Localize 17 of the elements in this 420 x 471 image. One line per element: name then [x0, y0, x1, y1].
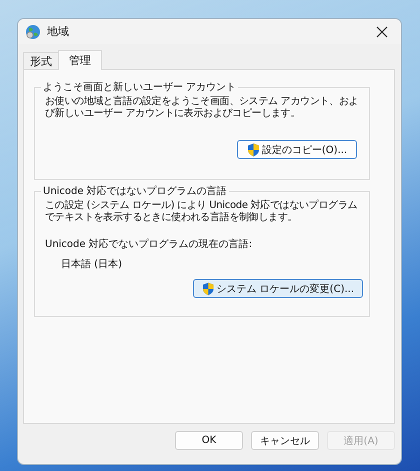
- dialog-button[interactable]: OK: [175, 431, 243, 450]
- shield-icon: [246, 142, 260, 156]
- window-title: 地域: [47, 24, 70, 39]
- description-text: お使いの地域と言語の設定をようこそ画面、システム アカウント、および新しいユーザー アカウントに表示およびコピーします。: [45, 96, 360, 120]
- description-text: この設定 (システム ロケール) により Unicode 対応ではないプログラムでテキストを表示するときに使われる言語を制御します。: [45, 200, 358, 224]
- shield-icon: [202, 282, 214, 296]
- group-title: Unicode 対応ではないプログラムの言語: [42, 184, 228, 198]
- field-label: Unicode 対応でないプログラムの現在の言語:: [45, 238, 254, 251]
- field-value: 日本語 (日本): [61, 258, 123, 271]
- group-title: ようこそ画面と新しいユーザー アカウント: [42, 80, 238, 94]
- tab[interactable]: 形式: [23, 52, 59, 69]
- shield-button[interactable]: 設定のコピー(O)...: [237, 140, 357, 159]
- shield-button[interactable]: システム ロケールの変更(C)...: [193, 279, 363, 298]
- globe-icon: [25, 24, 41, 40]
- dialog-button[interactable]: キャンセル: [251, 431, 319, 450]
- tab[interactable]: 管理: [58, 50, 102, 70]
- close-icon: [376, 26, 388, 38]
